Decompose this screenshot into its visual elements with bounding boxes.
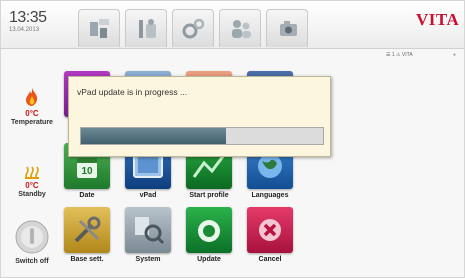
svg-text:10: 10 bbox=[81, 166, 93, 177]
settings-gears-icon bbox=[182, 18, 205, 39]
program-icon bbox=[90, 19, 109, 38]
update-progress-dialog: vPad update is in progress ... bbox=[68, 76, 331, 157]
tab-program[interactable] bbox=[78, 9, 120, 47]
tab-users[interactable] bbox=[219, 9, 261, 47]
system-label: System bbox=[135, 256, 161, 263]
update-label: Update bbox=[197, 256, 221, 263]
cancel-button[interactable]: Cancel bbox=[242, 207, 298, 263]
dialog-message: vPad update is in progress ... bbox=[77, 87, 188, 97]
status-indicator: ● bbox=[453, 52, 457, 58]
standby-value: 0°C bbox=[25, 181, 39, 190]
progress-fill bbox=[81, 128, 226, 144]
tab-settings[interactable] bbox=[172, 9, 214, 47]
base-settings-icon bbox=[64, 207, 110, 253]
temperature-indicator[interactable]: 0°C Temperature bbox=[1, 87, 63, 127]
update-button[interactable]: Update bbox=[181, 207, 237, 263]
users-icon bbox=[232, 20, 251, 38]
start-profile-label: Start profile bbox=[189, 192, 229, 199]
base-settings-button[interactable]: Base sett. bbox=[59, 207, 115, 263]
tools-icon bbox=[139, 19, 156, 38]
header-bar: 13:35 13.04.2013 VITA bbox=[1, 1, 464, 49]
vpad-label: vPad bbox=[139, 192, 157, 199]
system-icon bbox=[125, 207, 171, 253]
clock: 13:35 13.04.2013 bbox=[9, 10, 69, 35]
heat-waves-icon bbox=[25, 166, 39, 179]
standby-label: Standby bbox=[18, 191, 46, 198]
update-icon bbox=[186, 207, 232, 253]
vpad-screen: 13:35 13.04.2013 VITA ☰ 1 ⚠ VITA ● 0°C T… bbox=[0, 0, 465, 278]
languages-label: Languages bbox=[251, 192, 289, 199]
system-button[interactable]: System bbox=[120, 207, 176, 263]
cancel-label: Cancel bbox=[258, 256, 282, 263]
temperature-label: Temperature bbox=[11, 119, 53, 126]
date-label: Date bbox=[79, 192, 95, 199]
progress-bar bbox=[80, 127, 324, 145]
tab-camera[interactable] bbox=[266, 9, 308, 47]
standby-indicator[interactable]: 0°C Standby bbox=[1, 165, 63, 199]
cancel-icon bbox=[247, 207, 293, 253]
switch-off-label: Switch off bbox=[15, 258, 49, 265]
vita-logo: VITA bbox=[416, 10, 460, 29]
power-button-icon bbox=[15, 220, 49, 254]
clock-time: 13:35 bbox=[9, 9, 47, 26]
camera-icon bbox=[280, 21, 297, 36]
switch-off-button[interactable]: Switch off bbox=[1, 219, 63, 266]
clock-date: 13.04.2013 bbox=[9, 27, 40, 33]
flame-icon bbox=[26, 88, 38, 106]
tab-tools[interactable] bbox=[125, 9, 167, 47]
temperature-value: 0°C bbox=[25, 109, 39, 118]
base-settings-label: Base sett. bbox=[70, 256, 104, 263]
status-line: ☰ 1 ⚠ VITA bbox=[386, 52, 413, 58]
